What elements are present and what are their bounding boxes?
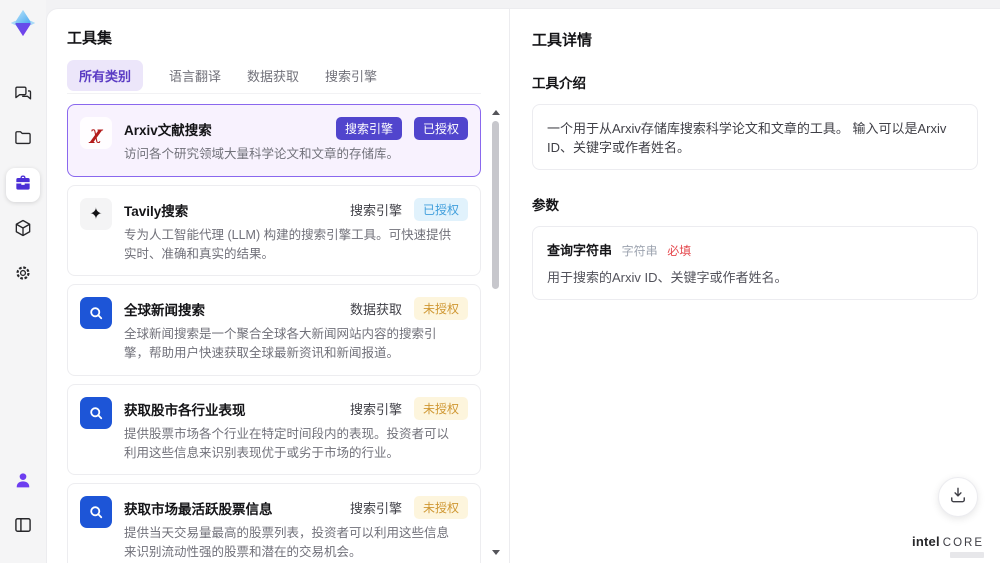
- app-logo-icon: [8, 8, 38, 38]
- intel-brand-text: intel: [912, 534, 940, 549]
- arxiv-icon: χ: [80, 117, 112, 149]
- intel-logo-sub-mark: [950, 552, 984, 558]
- panel-toggle-button[interactable]: [6, 510, 40, 544]
- tab-data-fetch[interactable]: 数据获取: [247, 66, 299, 85]
- nav-chat-button[interactable]: [6, 78, 40, 112]
- param-description: 用于搜索的Arxiv ID、关键字或作者姓名。: [547, 270, 788, 285]
- scroll-up-arrow[interactable]: [492, 110, 500, 115]
- tool-category: 搜索引擎: [335, 117, 402, 140]
- list-scrollbar[interactable]: [491, 106, 500, 561]
- main-panel: 工具集 所有类别 语言翻译 数据获取 搜索引擎 χ Arxiv文献搜索 搜索引擎…: [46, 8, 1000, 563]
- download-icon: [948, 485, 968, 510]
- tool-category: 搜索引擎: [349, 501, 402, 517]
- tool-card-tavily[interactable]: ✦ Tavily搜索 搜索引擎 已授权 专为人工智能代理 (LLM) 构建的搜索…: [67, 184, 481, 277]
- tool-name: 全球新闻搜索: [124, 303, 205, 319]
- scrollbar-thumb[interactable]: [492, 121, 499, 289]
- tool-list-panel: 工具集 所有类别 语言翻译 数据获取 搜索引擎 χ Arxiv文献搜索 搜索引擎…: [47, 9, 509, 563]
- tavily-icon: ✦: [80, 197, 112, 230]
- left-rail: [0, 0, 46, 563]
- params-heading: 参数: [532, 198, 559, 213]
- tool-category: 搜索引擎: [349, 401, 402, 417]
- tool-name: 获取股市各行业表现: [124, 402, 246, 418]
- gear-icon: [13, 263, 33, 288]
- tool-card-global-news[interactable]: 全球新闻搜索 数据获取 未授权 全球新闻搜索是一个聚合全球各大新闻网站内容的搜索…: [67, 284, 481, 376]
- intro-heading: 工具介绍: [532, 76, 586, 91]
- nav-settings-button[interactable]: [6, 258, 40, 292]
- param-required-badge: 必填: [667, 244, 692, 258]
- tab-all-categories[interactable]: 所有类别: [67, 60, 144, 91]
- tool-detail-panel: 工具详情 工具介绍 一个用于从Arxiv存储库搜索科学论文和文章的工具。 输入可…: [509, 9, 1000, 563]
- user-avatar-button[interactable]: [6, 465, 40, 499]
- param-header: 查询字符串 字符串 必填: [547, 240, 963, 259]
- search-logo-icon: [80, 496, 112, 529]
- toolbox-icon: [13, 173, 33, 198]
- tool-status-badge: 未授权: [413, 496, 468, 520]
- param-box: 查询字符串 字符串 必填 用于搜索的Arxiv ID、关键字或作者姓名。: [532, 226, 978, 300]
- tool-card-sector-performance[interactable]: 获取股市各行业表现 搜索引擎 未授权 提供股票市场各个行业在特定时间段内的表现。…: [67, 383, 481, 476]
- param-type: 字符串: [621, 244, 658, 258]
- tool-category: 数据获取: [349, 302, 402, 318]
- page-title: 工具集: [67, 30, 113, 47]
- tool-name: Arxiv文献搜索: [124, 123, 212, 138]
- tool-name: Tavily搜索: [124, 203, 189, 219]
- tool-description: 专为人工智能代理 (LLM) 构建的搜索引擎工具。可快速提供实时、准确和真实的结…: [124, 227, 452, 261]
- tool-description: 提供当天交易量最高的股票列表，投资者可以利用这些信息来识别流动性强的股票和潜在的…: [124, 526, 450, 559]
- tool-list: χ Arxiv文献搜索 搜索引擎 已授权 访问各个研究领域大量科学论文和文章的存…: [67, 104, 509, 563]
- tool-category: 搜索引擎: [349, 202, 402, 218]
- nav-files-button[interactable]: [6, 123, 40, 157]
- tool-description: 全球新闻搜索是一个聚合全球各大新闻网站内容的搜索引擎，帮助用户快速获取全球最新资…: [124, 327, 437, 360]
- tool-description: 访问各个研究领域大量科学论文和文章的存储库。: [124, 147, 400, 161]
- user-avatar-icon: [13, 470, 33, 495]
- chat-icon: [13, 83, 33, 108]
- scroll-down-arrow[interactable]: [492, 550, 500, 555]
- download-button[interactable]: [938, 477, 978, 517]
- intro-box: 一个用于从Arxiv存储库搜索科学论文和文章的工具。 输入可以是Arxiv ID…: [532, 104, 978, 170]
- tool-status-badge: 未授权: [413, 297, 468, 321]
- cube-icon: [13, 218, 33, 243]
- tab-search-engine[interactable]: 搜索引擎: [325, 66, 377, 85]
- detail-title: 工具详情: [532, 32, 593, 49]
- param-name: 查询字符串: [547, 243, 613, 258]
- tab-language-translation[interactable]: 语言翻译: [169, 66, 221, 85]
- search-logo-icon: [80, 396, 112, 429]
- category-tabs: 所有类别 语言翻译 数据获取 搜索引擎: [67, 60, 481, 94]
- intel-core-logo: intel core: [912, 534, 984, 549]
- tool-status-badge: 已授权: [413, 117, 468, 140]
- intel-product-text: core: [942, 537, 984, 549]
- folder-icon: [13, 128, 33, 153]
- tool-name: 获取市场最活跃股票信息: [124, 502, 273, 518]
- tool-card-arxiv[interactable]: χ Arxiv文献搜索 搜索引擎 已授权 访问各个研究领域大量科学论文和文章的存…: [67, 104, 481, 177]
- tool-status-badge: 已授权: [413, 197, 468, 221]
- tool-status-badge: 未授权: [413, 396, 468, 420]
- tool-description: 提供股票市场各个行业在特定时间段内的表现。投资者可以利用这些信息来识别表现优于或…: [124, 426, 450, 460]
- tool-card-active-stocks[interactable]: 获取市场最活跃股票信息 搜索引擎 未授权 提供当天交易量最高的股票列表，投资者可…: [67, 483, 481, 563]
- nav-models-button[interactable]: [6, 213, 40, 247]
- search-logo-icon: [80, 297, 112, 330]
- nav-tools-button[interactable]: [6, 168, 40, 202]
- panel-toggle-icon: [13, 515, 33, 540]
